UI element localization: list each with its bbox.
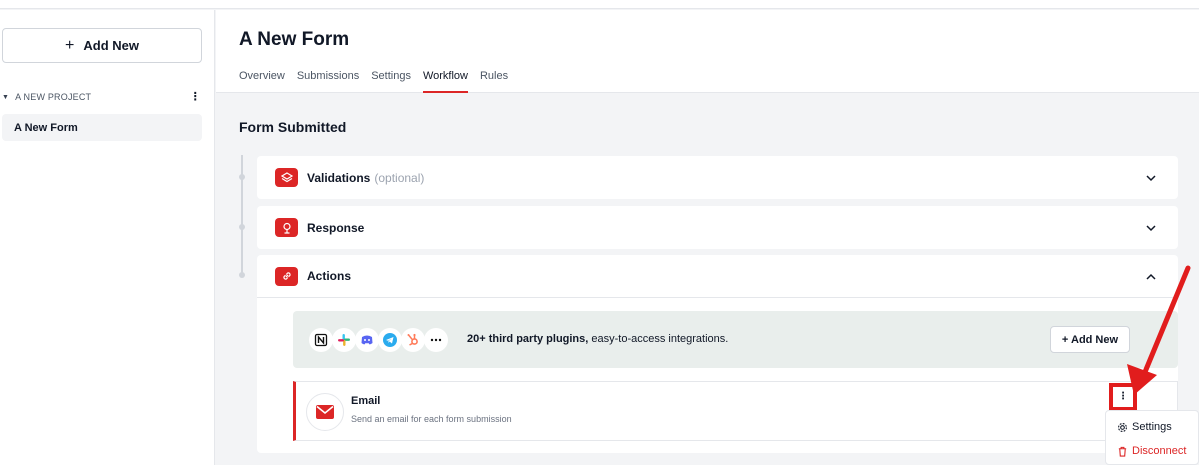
add-new-label: Add New [83, 38, 139, 53]
tab-settings[interactable]: Settings [371, 70, 411, 93]
tab-rules[interactable]: Rules [480, 70, 508, 93]
project-name: A NEW PROJECT [15, 92, 92, 102]
plugins-text: easy-to-access integrations. [591, 333, 729, 345]
sidebar-item-label: A New Form [14, 121, 78, 134]
optional-label: (optional) [374, 170, 425, 185]
response-icon [275, 218, 298, 237]
panel-label: Response [307, 220, 365, 235]
email-options-button[interactable]: ⋮ [1109, 383, 1137, 411]
project-header[interactable]: ▼ A NEW PROJECT ⋮ [2, 90, 205, 104]
page-title: A New Form [239, 29, 350, 50]
plugin-icons [309, 328, 448, 352]
sidebar-item-form[interactable]: A New Form [2, 114, 202, 141]
chevron-down-icon[interactable] [1144, 221, 1158, 235]
trash-icon [1118, 446, 1127, 457]
validations-panel[interactable]: Validations (optional) [257, 156, 1178, 199]
response-panel-header[interactable]: Response [257, 206, 1178, 249]
tab-overview[interactable]: Overview [239, 70, 285, 93]
tab-bar: Overview Submissions Settings Workflow R… [239, 70, 520, 93]
menu-item-label: Disconnect [1132, 445, 1187, 457]
timeline-dot [239, 272, 245, 278]
menu-item-label: Settings [1132, 421, 1172, 433]
response-panel[interactable]: Response [257, 206, 1178, 249]
add-plugin-button[interactable]: + Add New [1050, 326, 1130, 353]
link-icon [275, 266, 298, 286]
email-icon [306, 393, 344, 431]
actions-panel: Actions 20+ third party plugins, easy-to… [257, 255, 1178, 453]
section-title: Form Submitted [239, 119, 347, 135]
menu-item-settings[interactable]: Settings [1117, 419, 1172, 435]
telegram-icon[interactable] [378, 328, 402, 352]
more-icon[interactable] [424, 328, 448, 352]
discord-icon[interactable] [355, 328, 379, 352]
notion-icon[interactable] [309, 328, 333, 352]
plus-icon: + [65, 36, 75, 54]
timeline-line [241, 155, 243, 273]
sidebar: + Add New ▼ A NEW PROJECT ⋮ A New Form [0, 10, 215, 465]
email-action-card[interactable]: Email Send an email for each form submis… [293, 381, 1178, 441]
validations-panel-header[interactable]: Validations (optional) [257, 156, 1178, 199]
top-bar [0, 0, 1199, 9]
tab-workflow[interactable]: Workflow [422, 70, 469, 93]
caret-down-icon[interactable]: ▼ [2, 94, 9, 101]
panel-label: Actions [307, 269, 352, 283]
slack-icon[interactable] [332, 328, 356, 352]
plugins-banner: 20+ third party plugins, easy-to-access … [293, 311, 1178, 368]
timeline-dot [239, 224, 245, 230]
chevron-down-icon[interactable] [1144, 171, 1158, 185]
hubspot-icon[interactable] [401, 328, 425, 352]
project-options-icon[interactable]: ⋮ [190, 90, 201, 104]
email-action-description: Send an email for each form submission [351, 414, 512, 424]
actions-panel-header[interactable]: Actions [257, 255, 1178, 298]
layers-icon [275, 168, 298, 187]
context-menu: Settings Disconnect [1105, 410, 1199, 465]
email-action-title: Email [351, 395, 381, 407]
chevron-up-icon[interactable] [1144, 270, 1158, 284]
plugins-description: 20+ third party plugins, easy-to-access … [467, 333, 728, 345]
tab-submissions[interactable]: Submissions [297, 70, 359, 93]
page-header: A New Form Overview Submissions Settings… [216, 10, 1199, 93]
add-new-button[interactable]: + Add New [2, 28, 202, 63]
panel-label: Validations [307, 170, 371, 185]
menu-item-disconnect[interactable]: Disconnect [1117, 443, 1186, 459]
timeline-dot [239, 174, 245, 180]
kebab-icon: ⋮ [1118, 391, 1128, 402]
plugins-highlight: 20+ third party plugins, [467, 333, 589, 345]
gear-icon [1118, 422, 1127, 432]
